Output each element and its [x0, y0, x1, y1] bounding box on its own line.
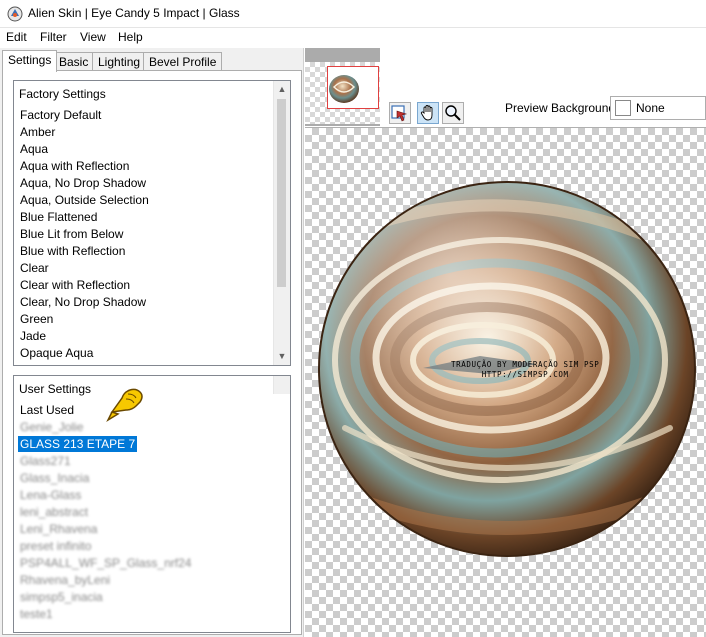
navigate-icon — [391, 105, 408, 122]
list-item[interactable]: Green — [18, 311, 55, 327]
menu-filter[interactable]: Filter — [38, 30, 69, 44]
list-item[interactable]: Aqua, No Drop Shadow — [18, 175, 148, 191]
navigator-strip — [305, 48, 380, 126]
menu-edit[interactable]: Edit — [4, 30, 29, 44]
factory-settings-header: Factory Settings — [19, 87, 106, 101]
hand-tool-button[interactable] — [417, 102, 439, 124]
glass-sphere-preview — [318, 181, 696, 557]
scroll-up-icon[interactable]: ▲ — [274, 81, 290, 98]
pointing-hand-icon — [106, 388, 143, 422]
preview-background-label: Preview Background: — [505, 101, 619, 115]
preview-pane: Preview Background: None TRADUÇÃO BY MOD… — [305, 48, 706, 637]
list-item[interactable]: leni_abstract — [18, 504, 90, 520]
window-title: Alien Skin | Eye Candy 5 Impact | Glass — [28, 6, 240, 20]
list-item[interactable]: Clear, No Drop Shadow — [18, 294, 148, 310]
tab-lighting[interactable]: Lighting — [92, 52, 147, 71]
preview-canvas[interactable] — [305, 127, 706, 637]
list-item[interactable]: Rhavena_byLeni — [18, 572, 112, 588]
tab-bevel-profile[interactable]: Bevel Profile — [143, 52, 223, 71]
list-item[interactable]: Clear with Reflection — [18, 277, 132, 293]
watermark-line-1: TRADUÇÃO BY MODERAÇÃO SIM PSP — [451, 360, 600, 369]
list-item[interactable]: Blue with Reflection — [18, 243, 127, 259]
list-item[interactable]: Aqua — [18, 141, 50, 157]
settings-tab-panel: Factory Settings Factory Default Amber A… — [2, 70, 302, 635]
menu-view[interactable]: View — [78, 30, 108, 44]
factory-settings-list[interactable]: Factory Settings Factory Default Amber A… — [13, 80, 291, 366]
factory-list-scrollbar[interactable]: ▲ ▼ — [273, 81, 290, 365]
list-item[interactable]: Glass_Inacia — [18, 470, 91, 486]
list-item[interactable]: teste1 — [18, 606, 55, 622]
thumbnail-image — [329, 75, 359, 103]
navigate-button[interactable] — [389, 102, 411, 124]
list-item[interactable]: Opaque Aqua — [18, 345, 95, 361]
magnifier-icon — [445, 105, 461, 121]
watermark-credit: TRADUÇÃO BY MODERAÇÃO SIM PSP HTTP://SIM… — [451, 360, 599, 380]
navigator-thumbnail[interactable] — [327, 66, 379, 109]
list-item-last-used[interactable]: Last Used — [18, 402, 76, 418]
scroll-down-icon[interactable]: ▼ — [274, 348, 290, 365]
hand-icon — [420, 105, 433, 121]
list-item[interactable]: Clear — [18, 260, 51, 276]
list-item-selected[interactable]: GLASS 213 ETAPE 7 — [18, 436, 138, 452]
tab-settings[interactable]: Settings — [2, 50, 58, 72]
list-item[interactable]: Blue Flattened — [18, 209, 99, 225]
list-item[interactable]: Lena-Glass — [18, 487, 83, 503]
title-bar: Alien Skin | Eye Candy 5 Impact | Glass — [0, 0, 706, 28]
menu-help[interactable]: Help — [116, 30, 145, 44]
background-swatch — [615, 100, 631, 116]
list-item[interactable]: Glass271 — [18, 453, 73, 469]
list-item[interactable]: Factory Default — [18, 107, 103, 123]
eye-candy-app-icon — [7, 6, 23, 22]
list-item[interactable]: Aqua with Reflection — [18, 158, 131, 174]
settings-pane: Settings Basic Lighting Bevel Profile Fa… — [0, 48, 304, 637]
watermark-line-2: HTTP://SIMPSP.COM — [481, 370, 569, 379]
preview-background-value: None — [636, 101, 665, 115]
list-item[interactable]: Aqua, Outside Selection — [18, 192, 151, 208]
list-item[interactable]: preset infinito — [18, 538, 93, 554]
scroll-thumb[interactable] — [277, 99, 286, 287]
preview-background-select[interactable]: None — [610, 96, 706, 120]
user-settings-header: User Settings — [19, 382, 92, 396]
list-item[interactable]: Jade — [18, 328, 48, 344]
tab-basic[interactable]: Basic — [53, 52, 95, 71]
list-item[interactable]: Blue Lit from Below — [18, 226, 125, 242]
user-settings-list[interactable]: User Settings Last Used Genie_Jolie GLAS… — [13, 375, 291, 633]
user-list-scrollbar[interactable] — [273, 376, 290, 394]
list-item[interactable]: Leni_Rhavena — [18, 521, 99, 537]
list-item[interactable]: simpsp5_inacia — [18, 589, 105, 605]
list-item[interactable]: PSP4ALL_WF_SP_Glass_nrf24 — [18, 555, 193, 571]
list-item[interactable]: Amber — [18, 124, 57, 140]
zoom-tool-button[interactable] — [442, 102, 464, 124]
menu-bar: Edit Filter View Help — [0, 28, 706, 48]
list-item[interactable]: Genie_Jolie — [18, 419, 85, 435]
